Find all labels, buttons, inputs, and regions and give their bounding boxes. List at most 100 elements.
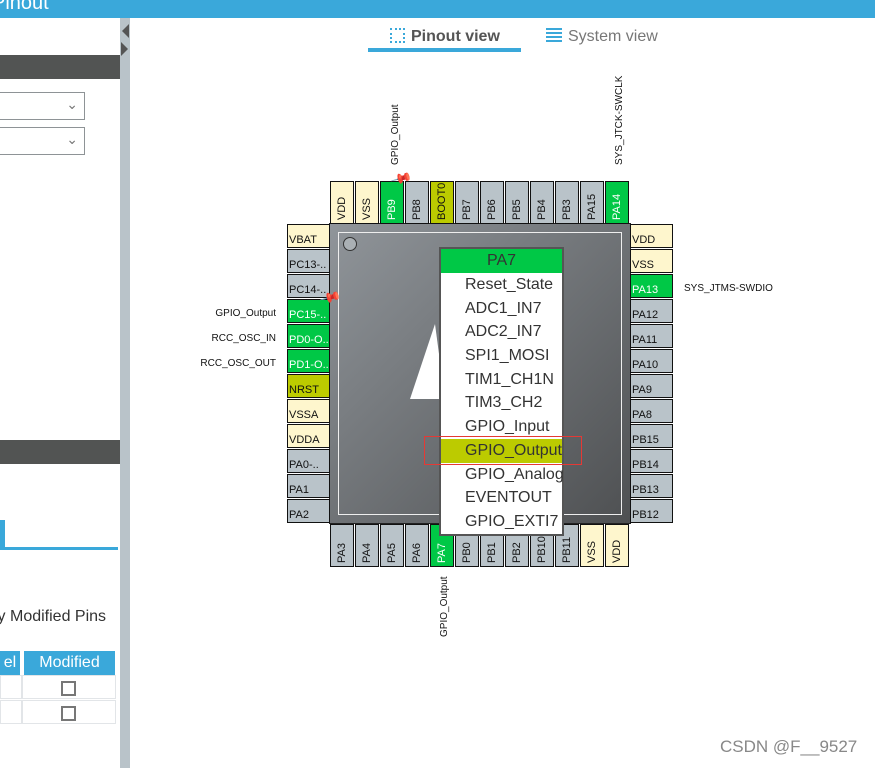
pin-pb7[interactable]: PB7	[455, 181, 479, 224]
chevron-down-icon: ⌄	[66, 96, 78, 112]
chip-icon	[390, 28, 405, 43]
pin-pa9[interactable]: PA9	[630, 374, 673, 398]
signal-label-pd1: RCC_OSC_OUT	[200, 358, 276, 369]
pin-vss[interactable]: VSS	[580, 524, 604, 567]
pin-label: PB0	[461, 542, 473, 563]
menu-item-tim1-ch1n[interactable]: TIM1_CH1N	[441, 368, 562, 392]
grid-list-icon	[546, 28, 562, 42]
pin-label: PB1	[486, 542, 498, 563]
pin-pa2[interactable]: PA2	[287, 499, 330, 523]
pin-label: VDDA	[289, 434, 320, 446]
pin-vbat[interactable]: VBAT	[287, 224, 330, 248]
pin-pa14[interactable]: PA14	[605, 181, 629, 224]
active-tab[interactable]	[0, 520, 5, 548]
modified-checkbox[interactable]	[61, 706, 76, 721]
pin-boot0[interactable]: BOOT0	[430, 181, 454, 224]
pin-label: BOOT0	[436, 182, 448, 220]
pin-pb6[interactable]: PB6	[480, 181, 504, 224]
dropdown-2[interactable]: ⌄	[0, 127, 85, 155]
pin-pb14[interactable]: PB14	[630, 449, 673, 473]
pin-vdd[interactable]: VDD	[605, 524, 629, 567]
pin-vdda[interactable]: VDDA	[287, 424, 330, 448]
pin-vdd[interactable]: VDD	[330, 181, 354, 224]
chevron-down-icon: ⌄	[66, 131, 78, 147]
tab-underline	[0, 547, 118, 550]
column-header-modified[interactable]: Modified	[24, 651, 115, 675]
menu-item-gpio-exti7[interactable]: GPIO_EXTI7	[441, 510, 562, 534]
pin-pa15[interactable]: PA15	[580, 181, 604, 224]
panel-splitter[interactable]	[120, 18, 130, 768]
pin-label: PB15	[632, 434, 659, 446]
modified-checkbox[interactable]	[61, 681, 76, 696]
pin-label: PA0-..	[289, 459, 319, 471]
table-cell	[0, 675, 22, 699]
pin-pd0o[interactable]: PD0-O..	[287, 324, 330, 348]
pin-pb3[interactable]: PB3	[555, 181, 579, 224]
pin-vss[interactable]: VSS	[355, 181, 379, 224]
pin-pa6[interactable]: PA6	[405, 524, 429, 567]
pin-pa11[interactable]: PA11	[630, 324, 673, 348]
show-modified-pins-label[interactable]: ly Modified Pins	[0, 608, 106, 626]
pin-pa3[interactable]: PA3	[330, 524, 354, 567]
pin-pa10[interactable]: PA10	[630, 349, 673, 373]
signal-label-pa7: GPIO_Output	[439, 576, 450, 637]
pin-label: PA9	[632, 384, 652, 396]
pin-label: PB14	[632, 459, 659, 471]
menu-item-adc2-in7[interactable]: ADC2_IN7	[441, 320, 562, 344]
signal-label-pc15: GPIO_Output	[215, 308, 276, 319]
tab-system-view[interactable]: System view	[546, 28, 658, 46]
dropdown-1[interactable]: ⌄	[0, 92, 85, 120]
column-header-label[interactable]: el	[0, 651, 20, 675]
pin-pb8[interactable]: PB8	[405, 181, 429, 224]
pin-pa8[interactable]: PA8	[630, 399, 673, 423]
menu-item-adc1-in7[interactable]: ADC1_IN7	[441, 297, 562, 321]
pin-label: PC15-..	[289, 309, 327, 321]
pin-label: PC13-..	[289, 259, 327, 271]
menu-item-reset-state[interactable]: Reset_State	[441, 273, 562, 297]
pin-label: PA10	[632, 359, 659, 371]
pin-pc13[interactable]: PC13-..	[287, 249, 330, 273]
watermark: CSDN @F__9527	[720, 737, 858, 756]
pin-pb13[interactable]: PB13	[630, 474, 673, 498]
menu-item-tim3-ch2[interactable]: TIM3_CH2	[441, 391, 562, 415]
expand-right-icon[interactable]	[121, 42, 128, 56]
collapse-left-icon[interactable]	[122, 24, 129, 38]
pin-label: PB3	[561, 199, 573, 220]
pin-vss[interactable]: VSS	[630, 249, 673, 273]
pin-vdd[interactable]: VDD	[630, 224, 673, 248]
menu-item-eventout[interactable]: EVENTOUT	[441, 486, 562, 510]
menu-item-spi1-mosi[interactable]: SPI1_MOSI	[441, 344, 562, 368]
window-title: Pinout	[0, 0, 49, 14]
pin-label: PB11	[561, 536, 573, 563]
pin-label: PA5	[386, 543, 398, 563]
tab-pinout-view[interactable]: Pinout view	[390, 28, 500, 46]
pin-nrst[interactable]: NRST	[287, 374, 330, 398]
pin-label: PB10	[536, 536, 548, 563]
pin-pb12[interactable]: PB12	[630, 499, 673, 523]
menu-item-gpio-analog[interactable]: GPIO_Analog	[441, 463, 564, 487]
tab-label: System view	[568, 28, 658, 45]
pin-pb4[interactable]: PB4	[530, 181, 554, 224]
panel-header-2	[0, 440, 120, 464]
pin-label: PB4	[536, 199, 548, 220]
pin-pa12[interactable]: PA12	[630, 299, 673, 323]
pin-pa5[interactable]: PA5	[380, 524, 404, 567]
pin-pb15[interactable]: PB15	[630, 424, 673, 448]
pin-label: PA8	[632, 409, 652, 421]
pin-label: VSS	[632, 259, 655, 271]
pin-pb5[interactable]: PB5	[505, 181, 529, 224]
pin-pa0[interactable]: PA0-..	[287, 449, 330, 473]
pin-label: PD0-O..	[289, 334, 329, 346]
pin-vssa[interactable]: VSSA	[287, 399, 330, 423]
pin-label: VDD	[632, 234, 656, 246]
pin-pd1o[interactable]: PD1-O..	[287, 349, 330, 373]
pin-pa4[interactable]: PA4	[355, 524, 379, 567]
table-row	[22, 700, 116, 724]
highlight-box	[424, 436, 582, 465]
pin-label: PB7	[461, 199, 473, 220]
tab-label: Pinout view	[411, 28, 500, 45]
pin-label: PC14-..	[289, 284, 327, 296]
pin-pa1[interactable]: PA1	[287, 474, 330, 498]
pin-label: NRST	[289, 384, 319, 396]
pin-pa13[interactable]: PA13	[630, 274, 673, 298]
